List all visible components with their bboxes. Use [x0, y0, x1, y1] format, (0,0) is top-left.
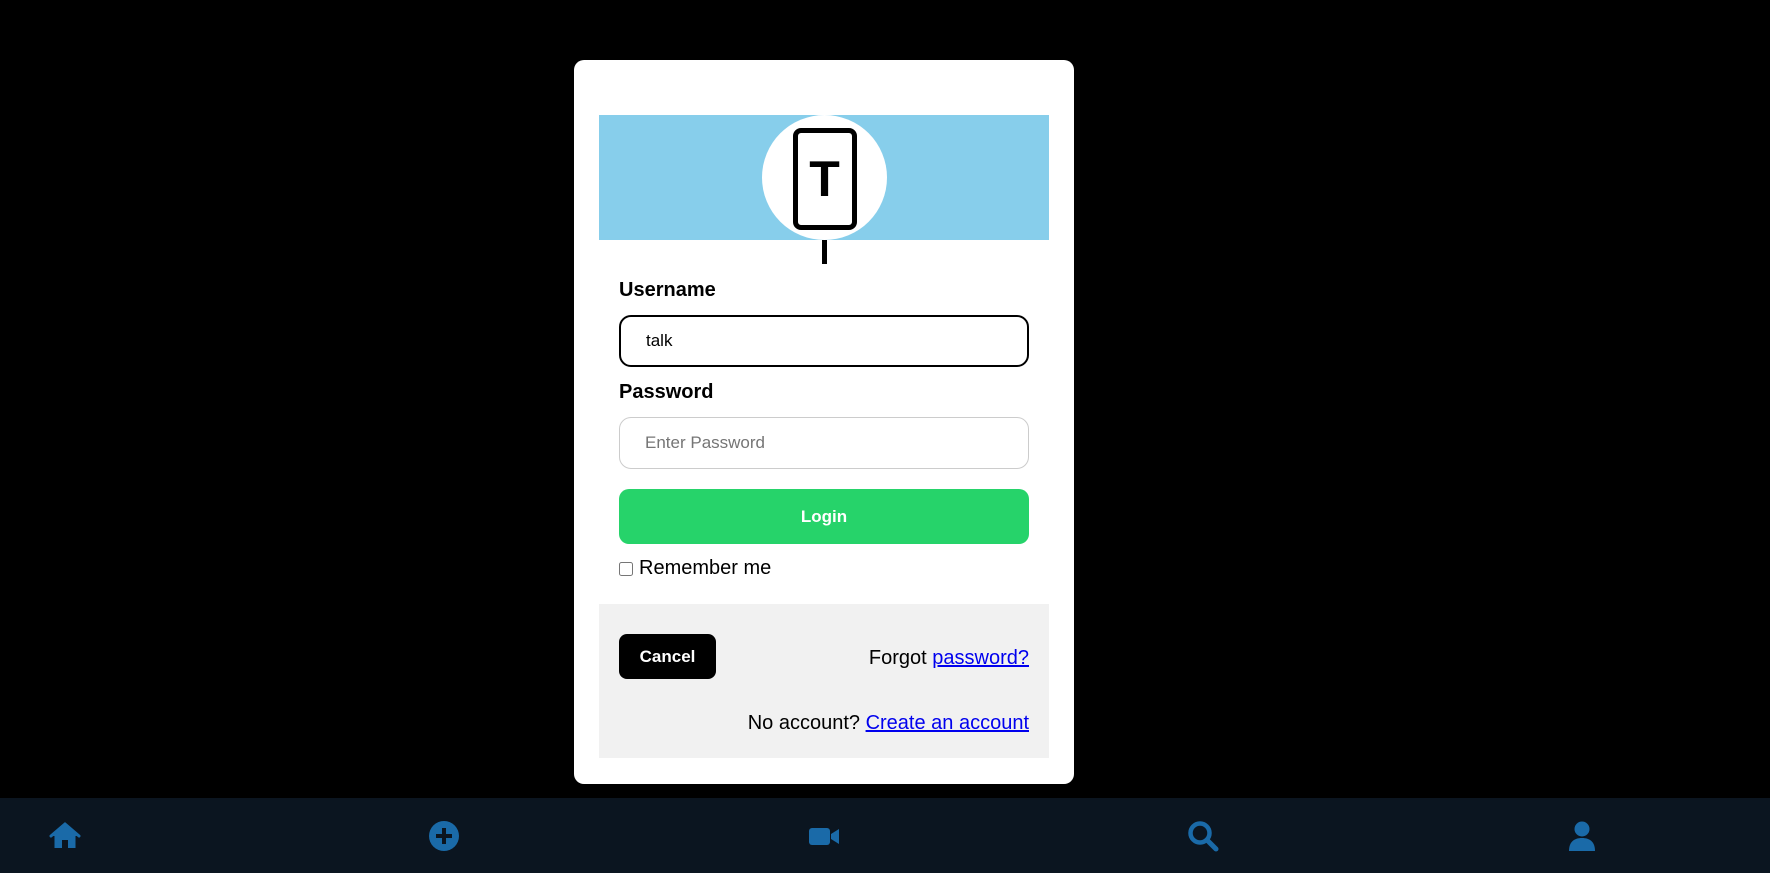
password-label: Password — [619, 381, 714, 403]
nav-search[interactable] — [1163, 798, 1243, 873]
nav-profile[interactable] — [1542, 798, 1622, 873]
remember-me-row: Remember me — [619, 557, 771, 580]
account-prefix: No account? — [747, 712, 860, 734]
cancel-button[interactable]: Cancel — [619, 634, 716, 679]
nav-video[interactable] — [784, 798, 864, 873]
plus-circle-icon — [429, 820, 459, 851]
home-icon — [49, 822, 81, 848]
username-label: Username — [619, 279, 716, 301]
logo-circle: T — [761, 115, 887, 240]
video-camera-icon — [809, 827, 839, 845]
create-account-line: No account? Create an account — [748, 712, 1029, 735]
create-account-link[interactable]: Create an account — [866, 712, 1029, 734]
bottom-nav-bar — [0, 798, 1770, 873]
forgot-prefix: Forgot — [868, 647, 927, 669]
login-modal: T Username Password Login Remember me Ca… — [574, 60, 1074, 784]
forgot-password-line: Forgot password? — [869, 647, 1029, 670]
nav-add[interactable] — [404, 798, 484, 873]
forgot-password-link[interactable]: password? — [932, 647, 1029, 669]
username-input[interactable] — [619, 315, 1029, 367]
app-logo-icon: T — [792, 128, 857, 230]
logo-letter: T — [809, 151, 840, 207]
remember-me-label: Remember me — [639, 557, 772, 579]
nav-home[interactable] — [25, 798, 105, 873]
logo-stem — [822, 240, 827, 264]
search-icon — [1188, 820, 1219, 851]
logo-banner: T — [599, 115, 1049, 240]
login-button[interactable]: Login — [619, 489, 1029, 544]
modal-footer: Cancel Forgot password? No account? Crea… — [599, 604, 1049, 758]
password-input[interactable] — [619, 417, 1029, 469]
remember-me-checkbox[interactable] — [619, 561, 633, 576]
user-icon — [1569, 821, 1595, 851]
